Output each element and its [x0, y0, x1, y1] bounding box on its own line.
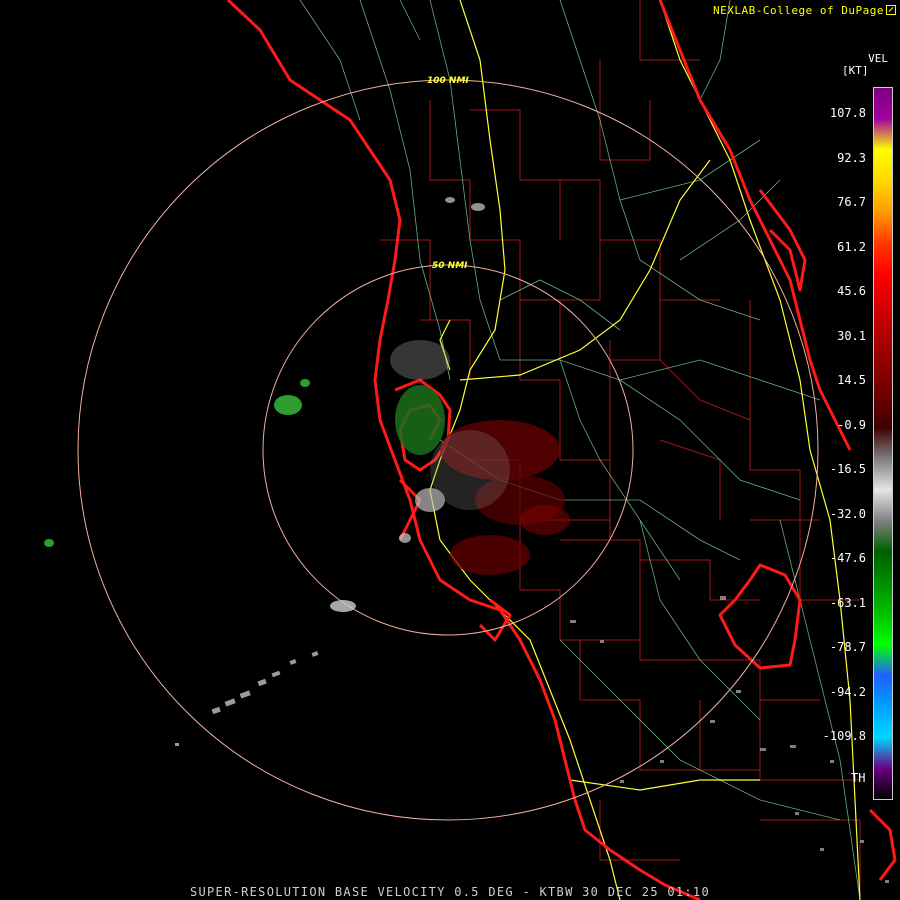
scale-unit-label: [KT] — [842, 64, 869, 77]
scale-tick: 30.1 — [837, 328, 866, 343]
scale-tick: -16.5 — [829, 462, 866, 476]
product-footer: SUPER-RESOLUTION BASE VELOCITY 0.5 DEG -… — [189, 885, 710, 899]
scale-tick: -109.8 — [822, 729, 866, 743]
scale-tick: -94.2 — [829, 684, 866, 699]
external-link-icon — [886, 5, 896, 15]
coastline — [226, 0, 897, 900]
range-ring-label-50: 50 NMI — [432, 261, 468, 271]
scale-tick: 45.6 — [837, 284, 866, 298]
scale-tick: 92.3 — [837, 150, 866, 165]
scale-tick: -0.9 — [837, 417, 866, 432]
scale-tick: -47.6 — [829, 551, 866, 565]
scale-threshold-label: TH — [851, 771, 866, 785]
velocity-colorbar — [873, 87, 893, 800]
credit-label: NEXLAB-College of DuPage — [713, 4, 896, 17]
scale-tick: 61.2 — [837, 239, 866, 254]
scale-tick: 107.8 — [829, 106, 866, 120]
scale-tick: -63.1 — [829, 595, 866, 610]
scale-product-label: VEL — [868, 52, 888, 65]
radar-map: 50 NMI 100 NMI — [44, 0, 897, 900]
scale-tick: -32.0 — [829, 506, 866, 521]
road-network — [299, 0, 861, 900]
scale-tick: 76.7 — [837, 195, 866, 209]
scale-tick: 14.5 — [837, 373, 866, 387]
range-ring-label-100: 100 NMI — [427, 76, 469, 86]
scale-tick: -78.7 — [829, 640, 866, 654]
